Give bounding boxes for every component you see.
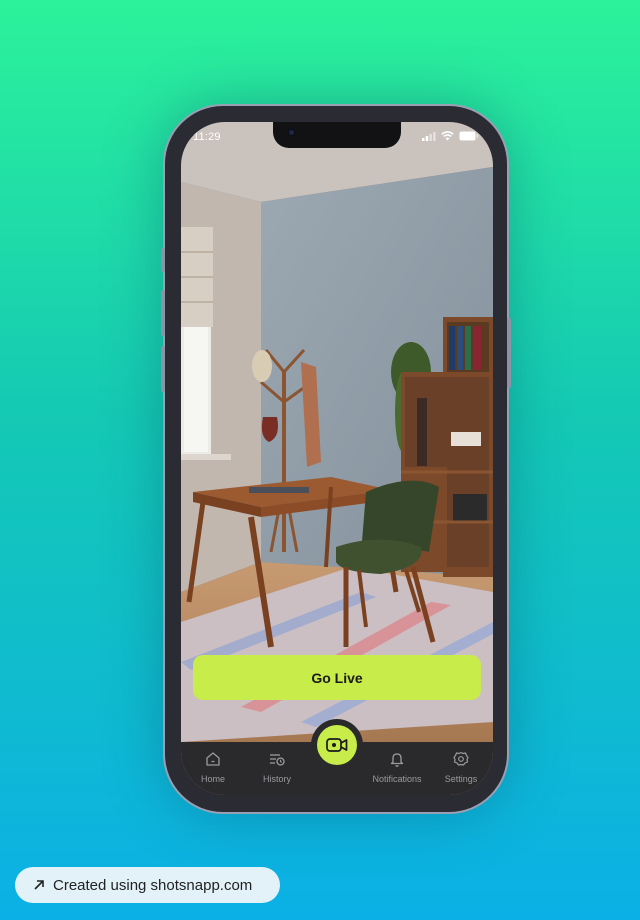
arrow-up-right-icon [34,880,44,890]
tab-notifications[interactable]: Notifications [362,750,432,784]
phone-notch [273,122,401,148]
home-icon [206,752,220,766]
tab-home[interactable]: Home [181,750,248,784]
camera-fab-button[interactable] [317,725,357,765]
go-live-button[interactable]: Go Live [193,655,481,700]
tab-label: Settings [444,774,478,784]
tab-label: Notifications [372,774,422,784]
status-time: 11:29 [193,131,221,143]
tab-history[interactable]: History [242,750,312,784]
phone-volume-down [161,346,165,392]
status-icons [422,131,479,141]
wifi-icon [441,131,454,141]
phone-volume-up [161,290,165,336]
front-camera [287,128,296,137]
bell-icon [390,753,404,767]
phone-power-button [507,318,511,388]
phone-screen: 11:29 Go Live Home History Notifications… [181,122,493,795]
tab-label: Home [200,774,225,784]
phone-side-button [161,248,165,272]
tab-settings[interactable]: Settings [426,750,493,784]
credit-badge[interactable]: Created using shotsnapp.com [15,867,280,903]
tab-label: History [262,774,291,784]
gear-icon [453,751,469,766]
video-camera-icon [326,738,348,752]
cellular-signal-icon [422,131,436,141]
battery-icon [459,131,479,141]
history-icon [270,754,285,766]
credit-text: Created using shotsnapp.com [53,876,253,894]
